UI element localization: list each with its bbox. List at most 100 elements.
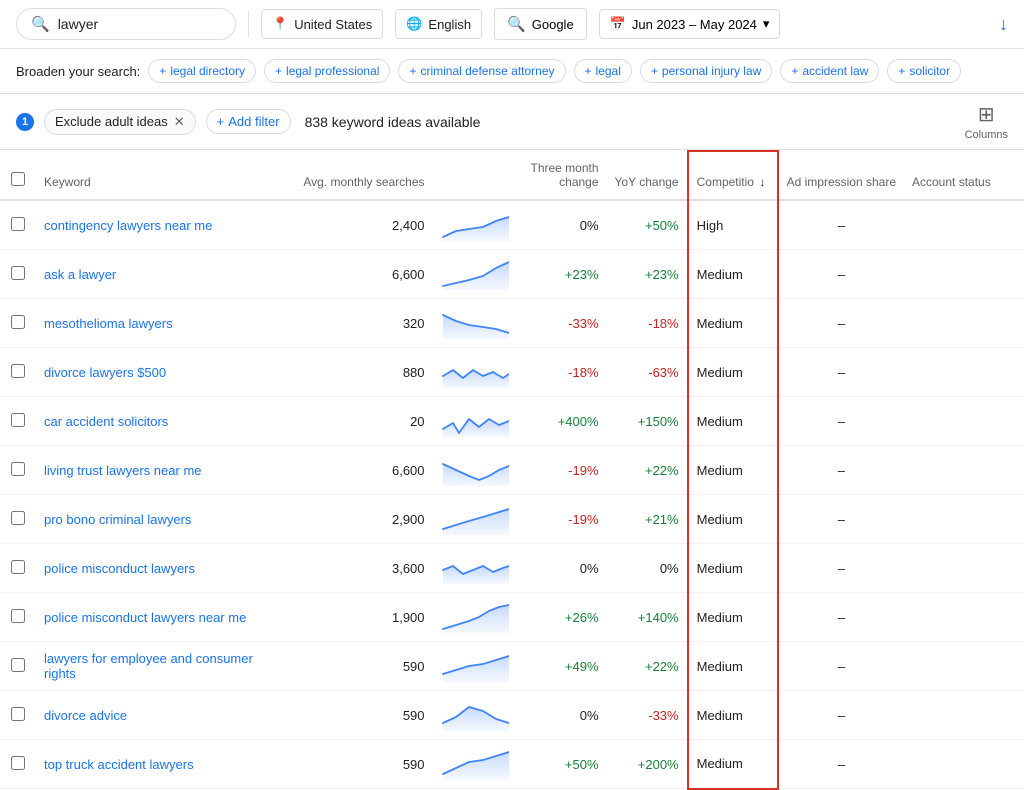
- yoy-cell: +23%: [607, 250, 688, 299]
- platform-button[interactable]: 🔍 Google: [494, 8, 587, 40]
- table-row: car accident solicitors 20 +400% +150% M…: [0, 397, 1024, 446]
- keyword-cell[interactable]: police misconduct lawyers: [36, 544, 295, 593]
- monthly-searches-cell: 2,400: [295, 200, 432, 250]
- row-checkbox[interactable]: [11, 560, 25, 574]
- keyword-cell[interactable]: divorce lawyers $500: [36, 348, 295, 397]
- monthly-searches-header[interactable]: Avg. monthly searches: [295, 151, 432, 200]
- columns-button[interactable]: ⊞ Columns: [965, 102, 1008, 141]
- row-checkbox[interactable]: [11, 266, 25, 280]
- table-row: police misconduct lawyers near me 1,900 …: [0, 593, 1024, 642]
- broaden-chip-personal-injury[interactable]: + personal injury law: [640, 59, 772, 83]
- row-checkbox-cell[interactable]: [0, 200, 36, 250]
- date-range-button[interactable]: 📅 Jun 2023 – May 2024 ▾: [599, 9, 781, 39]
- account-status-cell: [904, 642, 1024, 691]
- row-checkbox-cell[interactable]: [0, 740, 36, 789]
- row-checkbox[interactable]: [11, 315, 25, 329]
- sparkline-cell: [433, 642, 517, 691]
- ad-impression-cell: –: [778, 348, 904, 397]
- plus-icon: +: [217, 114, 225, 129]
- add-filter-button[interactable]: + Add filter: [206, 109, 291, 134]
- keyword-cell[interactable]: ask a lawyer: [36, 250, 295, 299]
- row-checkbox[interactable]: [11, 364, 25, 378]
- row-checkbox[interactable]: [11, 707, 25, 721]
- yoy-change-header[interactable]: YoY change: [607, 151, 688, 200]
- account-status-cell: [904, 593, 1024, 642]
- account-status-cell: [904, 397, 1024, 446]
- broaden-chip-solicitor[interactable]: + solicitor: [887, 59, 961, 83]
- account-status-header[interactable]: Account status: [904, 151, 1024, 200]
- row-checkbox-cell[interactable]: [0, 397, 36, 446]
- search-input[interactable]: [58, 16, 218, 32]
- account-status-cell: [904, 691, 1024, 740]
- keyword-cell[interactable]: divorce advice: [36, 691, 295, 740]
- row-checkbox[interactable]: [11, 462, 25, 476]
- download-button[interactable]: ↓: [999, 14, 1008, 35]
- account-status-cell: [904, 348, 1024, 397]
- keyword-cell[interactable]: police misconduct lawyers near me: [36, 593, 295, 642]
- row-checkbox-cell[interactable]: [0, 642, 36, 691]
- yoy-cell: +200%: [607, 740, 688, 789]
- select-all-header[interactable]: [0, 151, 36, 200]
- keyword-column-header[interactable]: Keyword: [36, 151, 295, 200]
- row-checkbox[interactable]: [11, 217, 25, 231]
- row-checkbox-cell[interactable]: [0, 299, 36, 348]
- account-status-cell: [904, 495, 1024, 544]
- row-checkbox-cell[interactable]: [0, 495, 36, 544]
- three-month-cell: 0%: [517, 544, 607, 593]
- broaden-chip-criminal-defense[interactable]: + criminal defense attorney: [398, 59, 565, 83]
- competition-cell: Medium: [688, 250, 778, 299]
- ad-impression-header-label: Ad impression share: [787, 175, 896, 189]
- competition-column-header[interactable]: Competitio ↓: [688, 151, 778, 200]
- competition-header-label: Competitio: [697, 175, 754, 189]
- keyword-cell[interactable]: lawyers for employee and consumer rights: [36, 642, 295, 691]
- select-all-checkbox[interactable]: [11, 172, 25, 186]
- keyword-cell[interactable]: mesothelioma lawyers: [36, 299, 295, 348]
- row-checkbox-cell[interactable]: [0, 348, 36, 397]
- row-checkbox-cell[interactable]: [0, 544, 36, 593]
- row-checkbox-cell[interactable]: [0, 593, 36, 642]
- monthly-searches-cell: 590: [295, 740, 432, 789]
- ad-impression-cell: –: [778, 642, 904, 691]
- row-checkbox[interactable]: [11, 413, 25, 427]
- chevron-down-icon: ▾: [763, 16, 770, 32]
- row-checkbox[interactable]: [11, 511, 25, 525]
- remove-filter-icon[interactable]: ✕: [174, 114, 185, 130]
- broaden-chip-legal[interactable]: + legal: [574, 59, 632, 83]
- three-month-change-header[interactable]: Three monthchange: [517, 151, 607, 200]
- location-button[interactable]: 📍 United States: [261, 9, 383, 39]
- ad-impression-cell: –: [778, 544, 904, 593]
- calendar-icon: 📅: [610, 16, 626, 32]
- row-checkbox[interactable]: [11, 658, 25, 672]
- ad-impression-share-header[interactable]: Ad impression share: [778, 151, 904, 200]
- search-icon: 🔍: [31, 15, 50, 33]
- row-checkbox[interactable]: [11, 609, 25, 623]
- competition-cell: Medium: [688, 495, 778, 544]
- row-checkbox[interactable]: [11, 756, 25, 770]
- language-button[interactable]: 🌐 English: [395, 9, 482, 39]
- plus-icon: +: [898, 64, 905, 78]
- row-checkbox-cell[interactable]: [0, 446, 36, 495]
- keyword-cell[interactable]: pro bono criminal lawyers: [36, 495, 295, 544]
- keyword-cell[interactable]: car accident solicitors: [36, 397, 295, 446]
- exclude-adult-chip[interactable]: Exclude adult ideas ✕: [44, 109, 196, 135]
- keyword-cell[interactable]: top truck accident lawyers: [36, 740, 295, 789]
- sparkline-cell: [433, 593, 517, 642]
- yoy-cell: 0%: [607, 544, 688, 593]
- search-platform-icon: 🔍: [507, 15, 526, 33]
- keyword-cell[interactable]: contingency lawyers near me: [36, 200, 295, 250]
- broaden-chip-legal-directory[interactable]: + legal directory: [148, 59, 256, 83]
- account-status-cell: [904, 740, 1024, 789]
- row-checkbox-cell[interactable]: [0, 250, 36, 299]
- ad-impression-cell: –: [778, 495, 904, 544]
- row-checkbox-cell[interactable]: [0, 691, 36, 740]
- competition-cell: Medium: [688, 299, 778, 348]
- broaden-chip-legal-professional[interactable]: + legal professional: [264, 59, 390, 83]
- header-divider: [248, 10, 249, 38]
- keyword-cell[interactable]: living trust lawyers near me: [36, 446, 295, 495]
- competition-cell: High: [688, 200, 778, 250]
- search-box[interactable]: 🔍: [16, 8, 236, 40]
- location-label: United States: [294, 17, 372, 32]
- broaden-chip-accident-law[interactable]: + accident law: [780, 59, 879, 83]
- three-month-cell: 0%: [517, 691, 607, 740]
- account-status-cell: [904, 200, 1024, 250]
